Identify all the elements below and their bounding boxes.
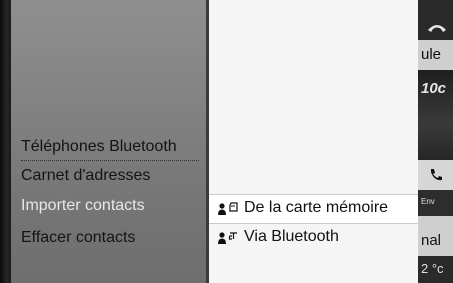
menu-item-bluetooth-phones[interactable]: Téléphones Bluetooth: [21, 138, 177, 156]
menu-separator: [21, 160, 199, 161]
status-box-send: Env: [418, 190, 453, 216]
menu-item-import-contacts[interactable]: Importer contacts: [21, 197, 145, 215]
status-text-10c: 10c: [421, 80, 447, 97]
submenu-item-via-bluetooth[interactable]: Via Bluetooth: [209, 224, 418, 252]
phone-handset-icon: [428, 25, 446, 32]
comand-display: Téléphones Bluetooth Carnet d'adresses I…: [0, 0, 453, 283]
status-text-temperature: 2 °c: [421, 261, 444, 276]
phone-status-box: [418, 0, 453, 40]
status-text-nal: nal: [421, 232, 442, 249]
status-box-call: [418, 160, 453, 190]
status-box-nal: nal: [418, 216, 453, 256]
menu-item-delete-contacts[interactable]: Effacer contacts: [21, 229, 135, 247]
menu-item-address-book[interactable]: Carnet d'adresses: [21, 167, 150, 185]
status-text-env: Env: [421, 197, 435, 206]
status-strip: ule 10c Env nal 2 °c: [418, 0, 453, 283]
memory-card-contact-icon: [218, 202, 238, 215]
status-box-dark: 10c: [418, 70, 453, 160]
bluetooth-contact-icon: [218, 232, 237, 244]
status-box-ule: ule: [418, 40, 453, 70]
submenu-item-from-memory-card[interactable]: De la carte mémoire: [209, 194, 418, 224]
main-menu-panel: Téléphones Bluetooth Carnet d'adresses I…: [11, 0, 206, 283]
display-bezel: [0, 0, 11, 283]
submenu-panel: De la carte mémoire Via Bluetooth: [209, 0, 418, 283]
submenu-label: Via Bluetooth: [244, 228, 339, 245]
submenu-label: De la carte mémoire: [244, 199, 389, 216]
status-box-temp: 2 °c: [418, 256, 453, 283]
phone-call-icon: [431, 169, 442, 181]
status-text-ule: ule: [421, 46, 442, 63]
